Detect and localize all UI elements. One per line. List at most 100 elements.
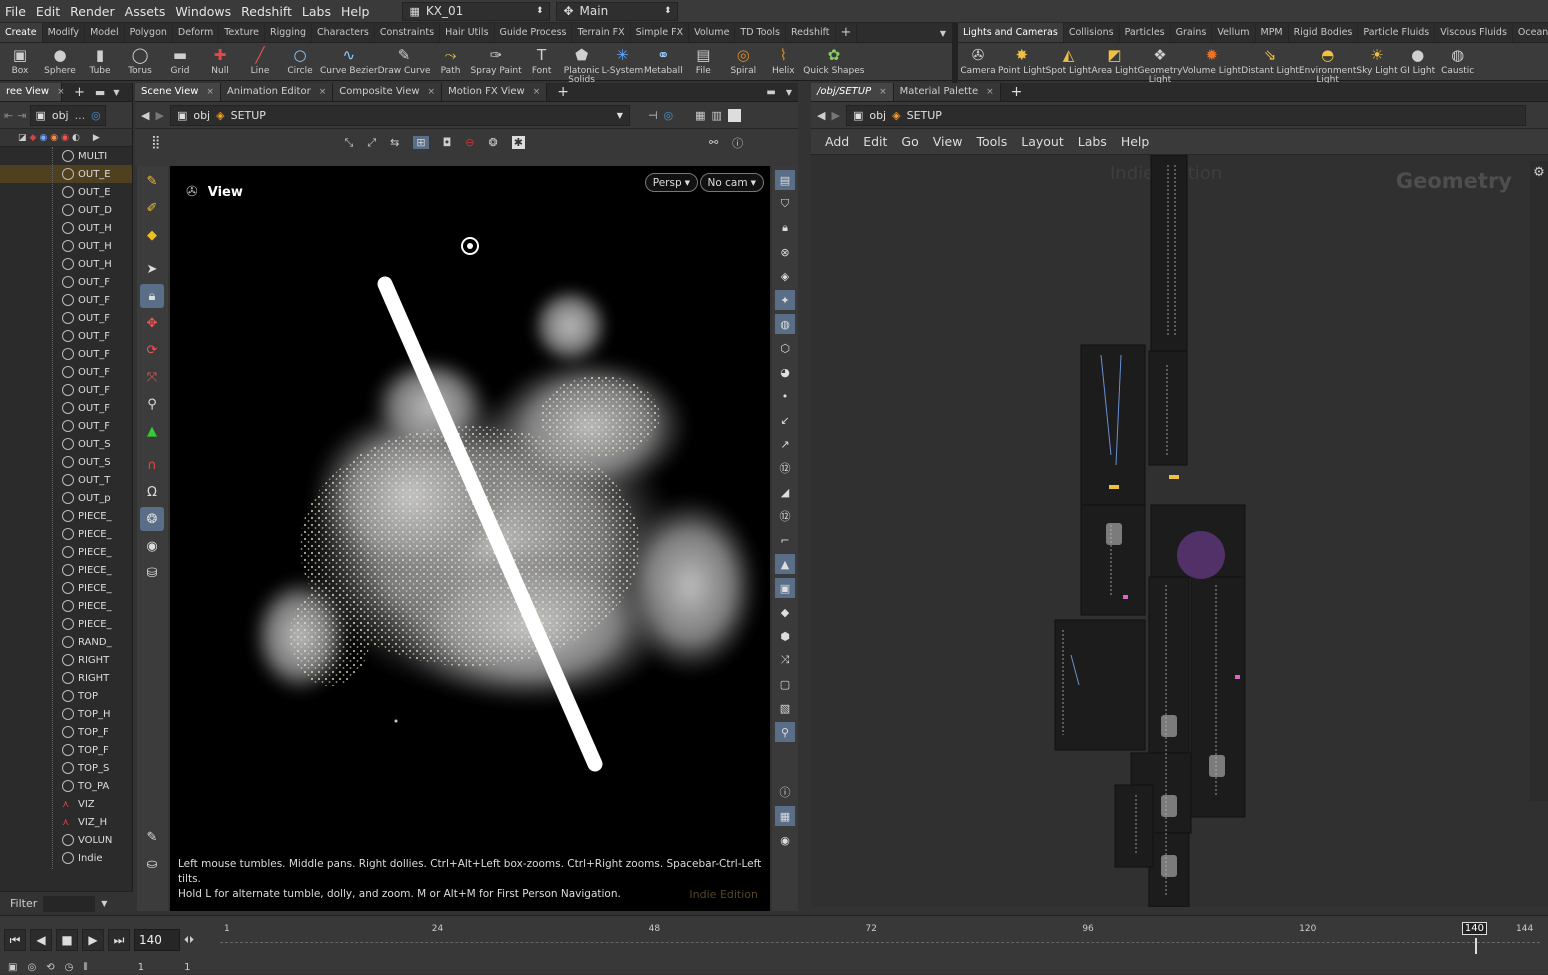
visualizer-icon[interactable]: ❂ (489, 136, 498, 149)
tool-spray-paint[interactable]: ✑ Spray Paint (471, 43, 522, 76)
tree-node-item[interactable]: OUT_T (0, 471, 132, 489)
shelf-tab-lights-and-cameras[interactable]: Lights and Cameras (958, 23, 1064, 42)
node-graph-canvas[interactable]: Indie Edition Geometry ⚙ (811, 155, 1548, 907)
tool-spot-light[interactable]: ◭ Spot Light (1046, 43, 1092, 76)
select-tool-icon[interactable]: ➤ (140, 257, 164, 281)
shelf-tab-td-tools[interactable]: TD Tools (735, 23, 786, 42)
tree-node-item[interactable]: OUT_F (0, 291, 132, 309)
frame-icon[interactable]: ▢ (775, 674, 795, 694)
pin-icon[interactable]: ⊣ (648, 109, 658, 122)
pane-menu-icon[interactable]: ▬ (766, 87, 775, 98)
flipbook-icon[interactable]: ⛁ (140, 561, 164, 585)
pane-menu-icon[interactable]: ▬ (95, 86, 105, 99)
tree-node-item[interactable]: OUT_F (0, 327, 132, 345)
menu-file[interactable]: File (0, 0, 31, 23)
tool-metaball[interactable]: ⚭ Metaball (643, 43, 683, 76)
shelf-tab-rigid-bodies[interactable]: Rigid Bodies (1289, 23, 1359, 42)
network-menu-edit[interactable]: Edit (863, 134, 887, 149)
menu-edit[interactable]: Edit (31, 0, 65, 23)
menu-help[interactable]: Help (336, 0, 375, 23)
tree-node-item[interactable]: OUT_E (0, 183, 132, 201)
loop-icon[interactable]: ⟲ (46, 962, 54, 973)
audio-icon[interactable]: ◎ (27, 962, 36, 973)
forward-icon[interactable]: ⇥ (17, 109, 26, 122)
sculpt-icon[interactable]: ◆ (140, 223, 164, 247)
menu-redshift[interactable]: Redshift (236, 0, 297, 23)
forward-icon[interactable]: ▶ (155, 109, 163, 122)
tool-box[interactable]: ▣ Box (0, 43, 40, 76)
link-icon[interactable]: ◎ (664, 109, 674, 122)
display-mode-icon[interactable]: ▤ (775, 170, 795, 190)
shelf-menu-icon[interactable]: ▼ (934, 29, 952, 42)
tool-sky-light[interactable]: ☀ Sky Light (1356, 43, 1397, 76)
tool-line[interactable]: ╱ Line (240, 43, 280, 76)
handle-tool-icon[interactable]: ⚲ (140, 392, 164, 416)
tool-file[interactable]: ▤ File (683, 43, 723, 76)
tree-node-item[interactable]: OUT_p (0, 489, 132, 507)
network-menu-go[interactable]: Go (901, 134, 918, 149)
close-icon[interactable]: × (879, 83, 887, 101)
tree-node-item[interactable]: PIECE_ (0, 507, 132, 525)
shading-icon[interactable]: ▥ (712, 109, 722, 122)
tool-spiral[interactable]: ◎ Spiral (723, 43, 763, 76)
tool-torus[interactable]: ◯ Torus (120, 43, 160, 76)
play-icon[interactable]: ▶ (93, 133, 100, 143)
close-icon[interactable]: × (319, 83, 327, 101)
info-icon[interactable]: ⓘ (775, 782, 795, 802)
magnet-icon[interactable]: ∩ (140, 453, 164, 477)
snap-icon[interactable]: Ω (140, 480, 164, 504)
shelf-tab-texture[interactable]: Texture (219, 23, 266, 42)
render-icon[interactable]: ⛀ (140, 852, 164, 876)
desktop-selector[interactable]: ✥ Main ⬍ (556, 1, 679, 21)
realtime-icon[interactable]: ▣ (8, 962, 17, 973)
tool-l-system[interactable]: ✳ L-System (602, 43, 644, 76)
pose-tool-icon[interactable]: ▲ (140, 419, 164, 443)
tool-tube[interactable]: ▮ Tube (80, 43, 120, 76)
tree-node-item[interactable]: OUT_F (0, 273, 132, 291)
back-icon[interactable]: ⇤ (4, 109, 13, 122)
tree-node-item[interactable]: OUT_F (0, 309, 132, 327)
render-region-icon[interactable]: ◉ (140, 534, 164, 558)
lock-tool-icon[interactable]: 🔒︎ (140, 284, 164, 308)
add-tab-icon[interactable]: + (1011, 84, 1023, 100)
display-options-icon[interactable]: ⚯ (709, 136, 718, 149)
bbox-icon[interactable]: ▣ (775, 578, 795, 598)
tool-gi-light[interactable]: ● GI Light (1398, 43, 1438, 76)
tool-point-light[interactable]: ✸ Point Light (998, 43, 1046, 76)
close-icon[interactable]: × (533, 83, 541, 101)
tree-node-item[interactable]: OUT_F (0, 363, 132, 381)
tool-grid[interactable]: ▬ Grid (160, 43, 200, 76)
tool-sphere[interactable]: ● Sphere (40, 43, 80, 76)
move-tool-icon[interactable]: ✥ (140, 311, 164, 335)
chevron-down-icon[interactable]: ▼ (617, 111, 623, 120)
shelf-tab-vellum[interactable]: Vellum (1212, 23, 1256, 42)
shelf-tab-collisions[interactable]: Collisions (1064, 23, 1120, 42)
tree-node-item[interactable]: OUT_S (0, 435, 132, 453)
tree-node-item[interactable]: Indie (0, 849, 132, 867)
add-shelf-tab-icon[interactable]: + (836, 23, 858, 42)
tree-node-item[interactable]: MULTI (0, 147, 132, 165)
tool-area-light[interactable]: ◩ Area Light (1091, 43, 1137, 76)
normal-icon[interactable]: ↙ (775, 410, 795, 430)
tab-obj-setup[interactable]: /obj/SETUP × (811, 83, 894, 101)
shelf-tab-particles[interactable]: Particles (1120, 23, 1171, 42)
shelf-tab-polygon[interactable]: Polygon (125, 23, 173, 42)
shelf-tab-constraints[interactable]: Constraints (375, 23, 441, 42)
tree-node-item[interactable]: TOP_S (0, 759, 132, 777)
brush-size-icon[interactable]: ✐ (140, 196, 164, 220)
ghost-icon[interactable]: ⛉ (775, 194, 795, 214)
close-icon[interactable]: × (57, 83, 65, 101)
play-reverse-icon[interactable]: ◀ (30, 929, 52, 951)
network-menu-help[interactable]: Help (1121, 134, 1150, 149)
menu-labs[interactable]: Labs (297, 0, 336, 23)
tool-caustic[interactable]: ◍ Caustic (1438, 43, 1478, 76)
eye-icon[interactable]: ◉ (775, 830, 795, 850)
shelf-tab-create[interactable]: Create (0, 23, 43, 42)
tab-composite-view[interactable]: Composite View × (333, 83, 443, 101)
menu-assets[interactable]: Assets (120, 0, 171, 23)
tab-scene-view[interactable]: Scene View × (135, 83, 221, 101)
shelf-tab-volume[interactable]: Volume (689, 23, 736, 42)
persp-button[interactable]: Persp ▼ (644, 173, 698, 192)
tree-node-item[interactable]: PIECE_ (0, 615, 132, 633)
cube-view-icon[interactable]: ▦ (695, 109, 705, 122)
